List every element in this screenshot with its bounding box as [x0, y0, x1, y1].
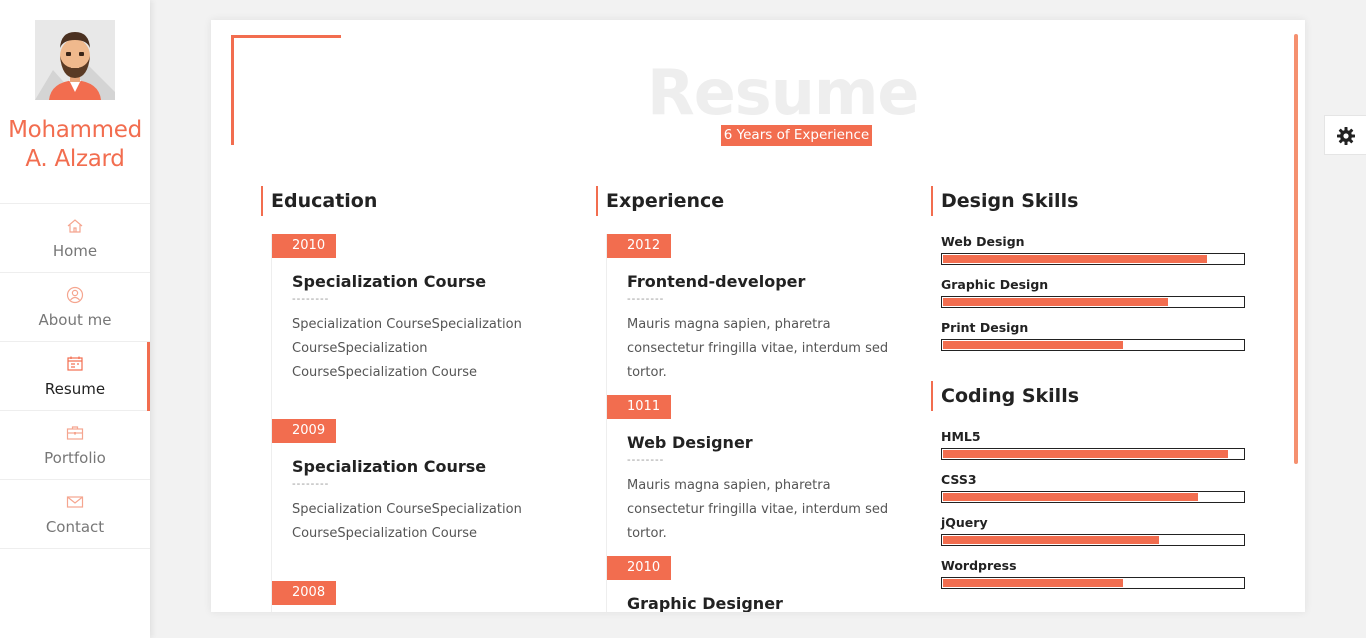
skill-name: Wordpress — [941, 558, 1017, 573]
skill-item: Web Design — [941, 234, 1251, 277]
skill-name: HML5 — [941, 429, 981, 444]
skill-progress-bar — [941, 253, 1245, 265]
experience-item: 1011 Web Designer -------- Mauris magna … — [607, 395, 897, 556]
skills-column: Design Skills Web Design Graphic Design … — [931, 186, 1251, 589]
coding-skills-heading: Coding Skills — [931, 381, 1251, 411]
experience-item: 2010 Graphic Designer — [607, 556, 897, 612]
nav-item-portfolio[interactable]: Portfolio — [0, 411, 150, 480]
education-divider: -------- — [292, 293, 330, 305]
experience-divider: -------- — [627, 454, 665, 466]
experience-column: Experience 2012 Frontend-developer -----… — [596, 186, 906, 612]
skill-progress-fill — [943, 255, 1207, 263]
nav-item-home[interactable]: Home — [0, 204, 150, 273]
experience-title: Graphic Designer — [627, 594, 783, 612]
nav-item-resume[interactable]: Resume — [0, 342, 150, 411]
nav-item-about[interactable]: About me — [0, 273, 150, 342]
education-heading: Education — [261, 186, 571, 216]
skill-item: Wordpress — [941, 558, 1251, 601]
briefcase-icon — [66, 426, 84, 440]
skill-name: Web Design — [941, 234, 1025, 249]
experience-badge: 6 Years of Experience — [721, 125, 872, 146]
experience-year: 1011 — [607, 395, 672, 419]
education-title: Specialization Course — [292, 272, 487, 291]
experience-timeline: 2012 Frontend-developer -------- Mauris … — [606, 234, 897, 612]
skill-progress-bar — [941, 491, 1245, 503]
design-skills-heading: Design Skills — [931, 186, 1251, 216]
sidebar: Mohammed A. Alzard Home About me Resume … — [0, 0, 150, 638]
education-item: 2008 — [272, 581, 562, 605]
education-year: 2008 — [272, 581, 337, 605]
main-nav: Home About me Resume Portfolio Contact — [0, 203, 150, 549]
experience-heading: Experience — [596, 186, 906, 216]
skill-progress-bar — [941, 339, 1245, 351]
nav-item-portfolio-label: Portfolio — [44, 449, 106, 467]
user-icon — [66, 286, 84, 304]
avatar — [35, 20, 115, 100]
scrollbar[interactable] — [1294, 34, 1298, 464]
skill-progress-bar — [941, 448, 1245, 460]
gear-icon — [1337, 127, 1355, 145]
education-description: Specialization CourseSpecialization Cour… — [292, 317, 522, 380]
skill-name: jQuery — [941, 515, 988, 530]
skill-name: Graphic Design — [941, 277, 1049, 292]
resume-card: Resume 6 Years of Experience Education 2… — [211, 20, 1305, 612]
envelope-icon — [66, 496, 84, 508]
nav-item-home-label: Home — [52, 242, 98, 260]
education-item: 2010 Specialization Course -------- Spec… — [272, 234, 562, 419]
nav-item-contact[interactable]: Contact — [0, 480, 150, 549]
experience-year: 2010 — [607, 556, 672, 580]
experience-description: Mauris magna sapien, pharetra consectetu… — [627, 478, 889, 541]
home-icon — [67, 219, 83, 233]
skill-progress-fill — [943, 579, 1123, 587]
skill-item: Print Design — [941, 320, 1251, 363]
skill-name: Print Design — [941, 320, 1029, 335]
owner-name-line2: A. Alzard — [25, 146, 125, 172]
skill-progress-fill — [943, 341, 1123, 349]
skill-item: CSS3 — [941, 472, 1251, 515]
education-title: Specialization Course — [292, 457, 487, 476]
skill-progress-fill — [943, 536, 1159, 544]
skill-progress-bar — [941, 296, 1245, 308]
experience-item: 2012 Frontend-developer -------- Mauris … — [607, 234, 897, 395]
settings-button[interactable] — [1324, 115, 1366, 155]
nav-item-resume-label: Resume — [44, 380, 106, 398]
skill-name: CSS3 — [941, 472, 977, 487]
skill-progress-fill — [943, 493, 1198, 501]
skill-progress-fill — [943, 450, 1228, 458]
experience-title: Frontend-developer — [627, 272, 806, 291]
owner-name: Mohammed A. Alzard — [0, 116, 150, 174]
experience-year: 2012 — [607, 234, 672, 258]
experience-description: Mauris magna sapien, pharetra consectetu… — [627, 317, 889, 380]
coding-skills-list: HML5 CSS3 jQuery Wordpress — [941, 429, 1251, 601]
nav-item-about-label: About me — [38, 311, 112, 329]
skill-item: jQuery — [941, 515, 1251, 558]
education-year: 2010 — [272, 234, 337, 258]
page-title: Resume — [647, 56, 919, 129]
corner-decoration-top — [231, 35, 341, 38]
experience-divider: -------- — [627, 293, 665, 305]
skill-progress-bar — [941, 577, 1245, 589]
experience-title: Web Designer — [627, 433, 753, 452]
nav-item-contact-label: Contact — [45, 518, 105, 536]
skill-progress-fill — [943, 298, 1168, 306]
skill-item: Graphic Design — [941, 277, 1251, 320]
education-divider: -------- — [292, 478, 330, 490]
corner-decoration-left — [231, 35, 234, 145]
education-item: 2009 Specialization Course -------- Spec… — [272, 419, 562, 581]
education-year: 2009 — [272, 419, 337, 443]
education-timeline: 2010 Specialization Course -------- Spec… — [271, 234, 562, 612]
skill-progress-bar — [941, 534, 1245, 546]
design-skills-list: Web Design Graphic Design Print Design — [941, 234, 1251, 363]
education-description: Specialization CourseSpecialization Cour… — [292, 502, 522, 541]
skill-item: HML5 — [941, 429, 1251, 472]
resume-icon — [67, 356, 83, 371]
education-column: Education 2010 Specialization Course ---… — [261, 186, 571, 612]
owner-name-line1: Mohammed — [8, 117, 142, 143]
